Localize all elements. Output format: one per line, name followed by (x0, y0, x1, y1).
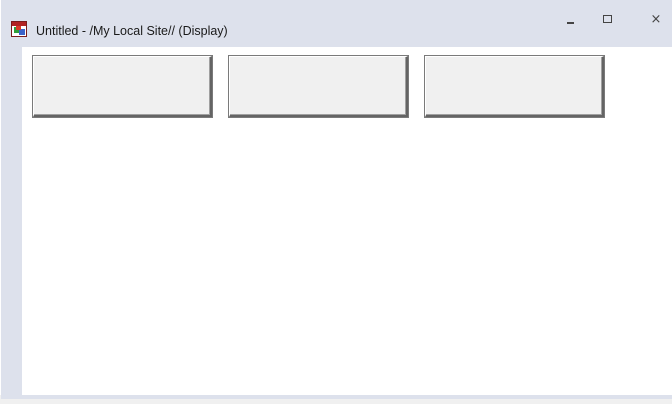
display-button-2[interactable] (229, 56, 408, 117)
maximize-button[interactable] (592, 6, 622, 32)
close-icon: × (650, 11, 662, 27)
minimize-icon (566, 22, 574, 24)
app-icon-red-shape (16, 26, 21, 30)
display-button-3[interactable] (425, 56, 604, 117)
window-bottom-frame (0, 395, 672, 404)
display-app-icon[interactable] (11, 21, 27, 37)
close-button[interactable]: × (641, 6, 671, 32)
title-bar[interactable]: Untitled - /My Local Site// (Display) × (1, 0, 672, 47)
window-title: Untitled - /My Local Site// (Display) (36, 24, 228, 38)
window-left-frame (1, 47, 22, 395)
minimize-button[interactable] (555, 6, 585, 32)
display-window: Untitled - /My Local Site// (Display) × (0, 0, 672, 404)
display-button-1[interactable] (33, 56, 212, 117)
maximize-icon (602, 15, 612, 23)
window-bottom-strip (1, 395, 672, 399)
